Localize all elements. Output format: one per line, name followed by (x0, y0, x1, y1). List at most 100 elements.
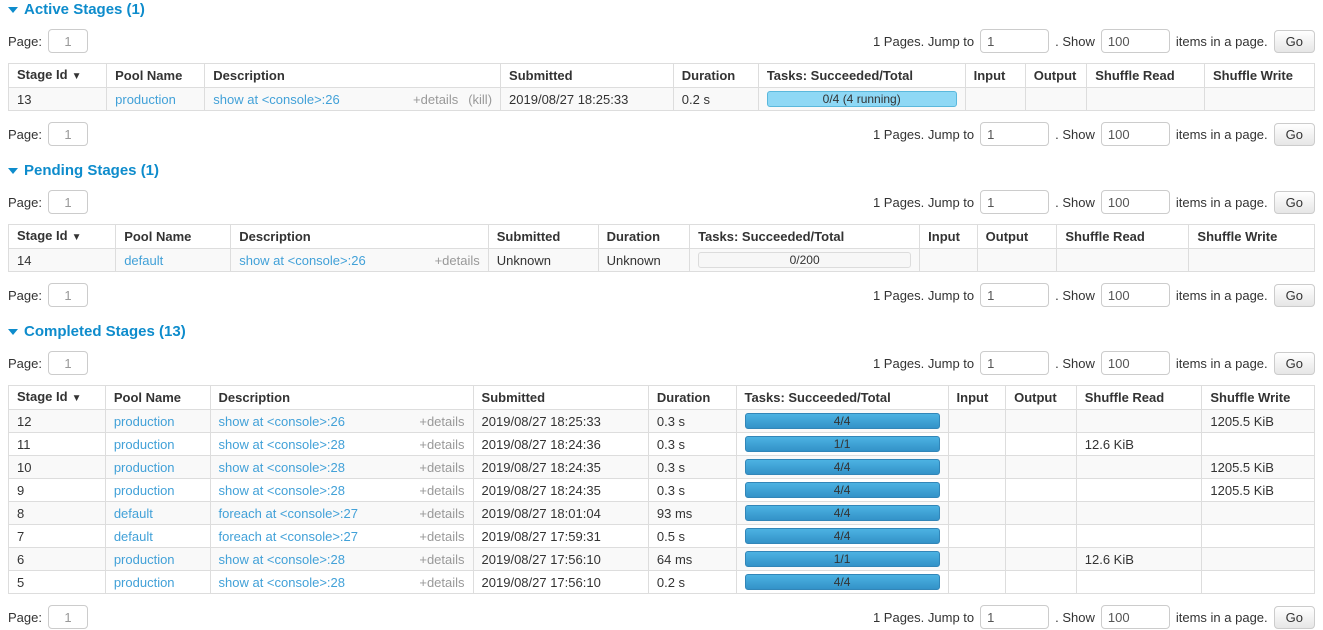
page-number-input[interactable] (48, 283, 88, 307)
jump-to-input[interactable] (980, 190, 1049, 214)
description-link[interactable]: show at <console>:28 (219, 437, 345, 452)
column-header-label: Pool Name (114, 390, 181, 405)
jump-to-input[interactable] (980, 605, 1049, 629)
show-count-input[interactable] (1101, 605, 1170, 629)
details-toggle[interactable]: +details (419, 460, 464, 475)
show-count-input[interactable] (1101, 283, 1170, 307)
pool-name-link[interactable]: production (114, 575, 175, 590)
details-toggle[interactable]: +details (419, 437, 464, 452)
column-header-stage_id[interactable]: Stage Id▼ (9, 386, 106, 410)
section-header-pending[interactable]: Pending Stages (1) (8, 162, 1315, 179)
column-header-pool[interactable]: Pool Name (107, 64, 205, 88)
column-header-input[interactable]: Input (948, 386, 1006, 410)
show-count-input[interactable] (1101, 351, 1170, 375)
description-link[interactable]: show at <console>:28 (219, 483, 345, 498)
column-header-description[interactable]: Description (205, 64, 501, 88)
pool-name-link[interactable]: production (114, 483, 175, 498)
column-header-submitted[interactable]: Submitted (488, 225, 598, 249)
page-number-input[interactable] (48, 29, 88, 53)
column-header-shuffle_read[interactable]: Shuffle Read (1057, 225, 1189, 249)
column-header-tasks[interactable]: Tasks: Succeeded/Total (690, 225, 920, 249)
column-header-shuffle_read[interactable]: Shuffle Read (1076, 386, 1202, 410)
show-count-input[interactable] (1101, 190, 1170, 214)
submitted-cell: 2019/08/27 17:56:10 (473, 548, 648, 571)
show-text: . Show (1055, 288, 1095, 303)
go-button[interactable]: Go (1274, 123, 1315, 146)
column-header-shuffle_write[interactable]: Shuffle Write (1189, 225, 1315, 249)
column-header-label: Stage Id (17, 389, 68, 404)
details-toggle[interactable]: +details (419, 483, 464, 498)
description-link[interactable]: show at <console>:28 (219, 575, 345, 590)
jump-to-input[interactable] (980, 283, 1049, 307)
page-label: Page: (8, 195, 42, 210)
pool-name-link[interactable]: production (114, 460, 175, 475)
description-link[interactable]: foreach at <console>:27 (219, 529, 359, 544)
column-header-tasks[interactable]: Tasks: Succeeded/Total (758, 64, 965, 88)
column-header-pool[interactable]: Pool Name (116, 225, 231, 249)
column-header-duration[interactable]: Duration (673, 64, 758, 88)
page-number-input[interactable] (48, 122, 88, 146)
tasks-progress-bar: 4/4 (745, 413, 940, 429)
column-header-shuffle_write[interactable]: Shuffle Write (1202, 386, 1315, 410)
details-toggle[interactable]: +details (419, 414, 464, 429)
column-header-duration[interactable]: Duration (598, 225, 690, 249)
description-link[interactable]: show at <console>:26 (213, 92, 339, 107)
column-header-output[interactable]: Output (1006, 386, 1077, 410)
pool-name-link[interactable]: default (114, 506, 153, 521)
column-header-shuffle_read[interactable]: Shuffle Read (1087, 64, 1205, 88)
description-link[interactable]: show at <console>:26 (239, 253, 365, 268)
details-toggle[interactable]: +details (419, 506, 464, 521)
details-toggle[interactable]: +details (435, 253, 480, 268)
show-count-input[interactable] (1101, 122, 1170, 146)
pagination-bottom: Page:1 Pages. Jump to. Showitems in a pa… (8, 604, 1315, 630)
column-header-shuffle_write[interactable]: Shuffle Write (1205, 64, 1315, 88)
details-toggle[interactable]: +details (419, 552, 464, 567)
column-header-tasks[interactable]: Tasks: Succeeded/Total (736, 386, 948, 410)
description-link[interactable]: show at <console>:28 (219, 460, 345, 475)
go-button[interactable]: Go (1274, 30, 1315, 53)
jump-to-input[interactable] (980, 351, 1049, 375)
pool-name-link[interactable]: production (115, 92, 176, 107)
go-button[interactable]: Go (1274, 191, 1315, 214)
description-link[interactable]: foreach at <console>:27 (219, 506, 359, 521)
submitted-cell: 2019/08/27 18:25:33 (473, 410, 648, 433)
section-header-completed[interactable]: Completed Stages (13) (8, 323, 1315, 340)
jump-to-input[interactable] (980, 122, 1049, 146)
details-toggle[interactable]: +details (419, 575, 464, 590)
column-header-submitted[interactable]: Submitted (473, 386, 648, 410)
go-button[interactable]: Go (1274, 606, 1315, 629)
details-toggle[interactable]: +details (419, 529, 464, 544)
column-header-stage_id[interactable]: Stage Id▼ (9, 64, 107, 88)
column-header-stage_id[interactable]: Stage Id▼ (9, 225, 116, 249)
column-header-output[interactable]: Output (977, 225, 1057, 249)
column-header-duration[interactable]: Duration (648, 386, 736, 410)
pool-name-link[interactable]: default (114, 529, 153, 544)
column-header-pool[interactable]: Pool Name (105, 386, 210, 410)
items-text: items in a page. (1176, 195, 1268, 210)
column-header-input[interactable]: Input (920, 225, 978, 249)
tasks-cell: 4/4 (736, 571, 948, 594)
details-toggle[interactable]: +details (413, 92, 458, 107)
show-count-input[interactable] (1101, 29, 1170, 53)
column-header-description[interactable]: Description (210, 386, 473, 410)
column-header-description[interactable]: Description (231, 225, 489, 249)
description-wrap: show at <console>:28 +details (219, 437, 465, 452)
pool-name-link[interactable]: production (114, 414, 175, 429)
pool-name-link[interactable]: production (114, 437, 175, 452)
pool-name-link[interactable]: default (124, 253, 163, 268)
column-header-submitted[interactable]: Submitted (501, 64, 674, 88)
shuffle-write-cell: 1205.5 KiB (1202, 479, 1315, 502)
page-number-input[interactable] (48, 190, 88, 214)
go-button[interactable]: Go (1274, 352, 1315, 375)
column-header-output[interactable]: Output (1025, 64, 1087, 88)
go-button[interactable]: Go (1274, 284, 1315, 307)
page-number-input[interactable] (48, 351, 88, 375)
jump-to-input[interactable] (980, 29, 1049, 53)
kill-link[interactable]: (kill) (468, 92, 492, 107)
description-link[interactable]: show at <console>:28 (219, 552, 345, 567)
section-header-active[interactable]: Active Stages (1) (8, 1, 1315, 18)
description-link[interactable]: show at <console>:26 (219, 414, 345, 429)
pool-name-link[interactable]: production (114, 552, 175, 567)
column-header-input[interactable]: Input (965, 64, 1025, 88)
page-number-input[interactable] (48, 605, 88, 629)
